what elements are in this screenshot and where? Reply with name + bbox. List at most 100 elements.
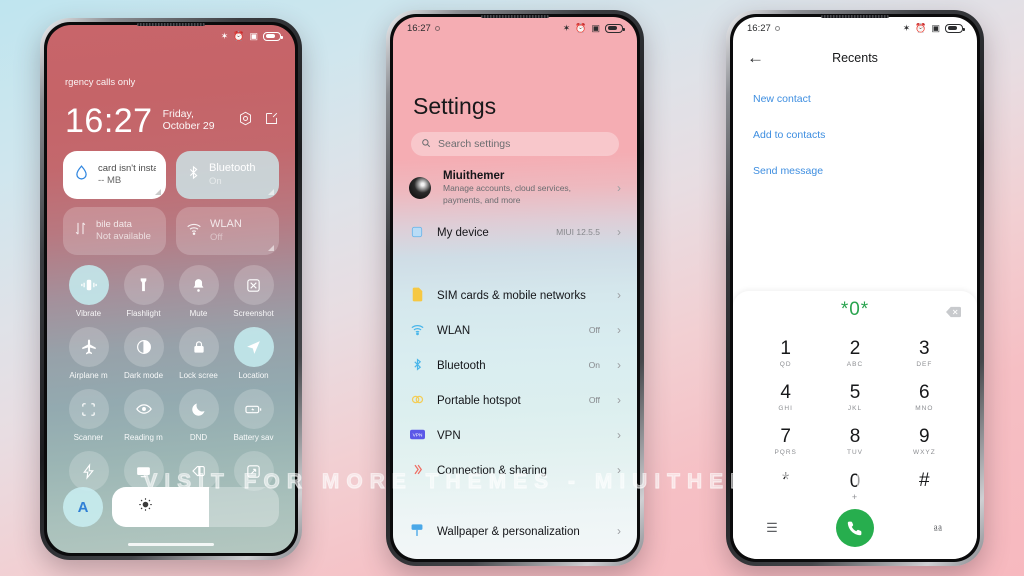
- settings-row-portable-hotspot[interactable]: Portable hotspot Off ›: [393, 382, 637, 417]
- keypad-icon[interactable]: ⎂: [929, 520, 947, 536]
- settings-row-always-on-display[interactable]: Always on display & Lock: [393, 548, 637, 559]
- device-icon: [409, 224, 425, 240]
- new-contact-link[interactable]: New contact: [753, 93, 957, 105]
- quick-tile-dnd[interactable]: DND: [171, 389, 226, 442]
- settings-row-bluetooth[interactable]: Bluetooth On ›: [393, 347, 637, 382]
- quick-card-row-1: card isn't insta -- MB Bluetooth On: [63, 151, 279, 199]
- dial-key-6[interactable]: 6 MNO: [890, 377, 959, 419]
- settings-row-main: Portable hotspot: [437, 391, 577, 409]
- quick-tile-reading-mode[interactable]: Reading m: [116, 389, 171, 442]
- quick-tile-airplane-mode[interactable]: Airplane m: [61, 327, 116, 380]
- dial-key-digit: 0: [849, 471, 861, 492]
- dial-key-5[interactable]: 5 JKL: [820, 377, 889, 419]
- dial-key-9[interactable]: 9 WXYZ: [890, 421, 959, 463]
- chevron-right-icon: ›: [617, 322, 621, 337]
- settings-list: Miuithemer Manage accounts, cloud servic…: [393, 165, 637, 559]
- settings-gear-icon[interactable]: [238, 111, 253, 131]
- menu-icon[interactable]: ☰: [763, 520, 781, 536]
- quick-tile-label: Scanner: [73, 433, 104, 442]
- call-icon[interactable]: [836, 509, 874, 547]
- quick-tile-location[interactable]: Location: [226, 327, 281, 380]
- quick-card-storage[interactable]: card isn't insta -- MB: [63, 151, 166, 199]
- chevron-right-icon: ›: [617, 357, 621, 372]
- quick-card-wlan[interactable]: WLAN Off: [176, 207, 279, 255]
- quick-card-wlan-title: WLAN: [210, 218, 242, 231]
- brightness-slider[interactable]: [112, 487, 279, 527]
- settings-row-account[interactable]: Miuithemer Manage accounts, cloud servic…: [393, 165, 637, 211]
- search-settings-bar[interactable]: Search settings: [411, 132, 619, 156]
- settings-row-wlan[interactable]: WLAN Off ›: [393, 312, 637, 347]
- dial-key-hash[interactable]: #: [890, 465, 959, 507]
- dial-key-digit: 1: [780, 338, 791, 359]
- dial-key-3[interactable]: 3 DEF: [890, 333, 959, 375]
- dial-key-letters: GHI: [778, 405, 793, 412]
- dial-key-digit: 3: [919, 338, 930, 359]
- dial-key-1[interactable]: 1 QD: [751, 333, 820, 375]
- backspace-icon[interactable]: [946, 305, 961, 318]
- header-icon-group: [238, 111, 279, 137]
- settings-screen: 16:27 ✶ ⏰ ▣ Settings Search settings Miu…: [393, 17, 637, 559]
- dial-key-8[interactable]: 8 TUV: [820, 421, 889, 463]
- send-message-link[interactable]: Send message: [753, 165, 957, 177]
- water-drop-icon: [73, 164, 90, 186]
- dial-key-digit: 7: [780, 426, 791, 447]
- phone-device-settings: 16:27 ✶ ⏰ ▣ Settings Search settings Miu…: [386, 10, 644, 566]
- status-bar-right: ✶ ⏰ ▣: [902, 22, 965, 33]
- battery-icon: [605, 23, 625, 33]
- bluetooth-icon: ✶: [902, 22, 911, 33]
- notification-dot-icon: [774, 25, 780, 31]
- quick-tile-flashlight[interactable]: Flashlight: [116, 265, 171, 318]
- quick-card-bluetooth[interactable]: Bluetooth On: [176, 151, 279, 199]
- settings-row-label: WLAN: [437, 324, 471, 337]
- settings-row-main: Bluetooth: [437, 356, 577, 374]
- edit-icon[interactable]: [264, 111, 279, 131]
- dial-number-display[interactable]: *0*: [841, 299, 869, 321]
- quick-card-mobile-data-text: bile data Not available: [96, 219, 151, 243]
- screenshot-icon: ▣: [249, 30, 258, 41]
- dial-key-letters: PQRS: [774, 449, 797, 456]
- quick-tile-scanner[interactable]: Scanner: [61, 389, 116, 442]
- quick-tile-label: DND: [189, 433, 208, 442]
- quick-card-mobile-data[interactable]: bile data Not available: [63, 207, 166, 255]
- phone-bezel: 16:27 ✶ ⏰ ▣ Settings Search settings Miu…: [390, 14, 640, 562]
- quick-tile-mute[interactable]: Mute: [171, 265, 226, 318]
- quick-tile-vibrate[interactable]: Vibrate: [61, 265, 116, 318]
- quick-card-bluetooth-value: On: [209, 175, 222, 187]
- dial-key-letters: WXYZ: [912, 449, 936, 456]
- earpiece-speaker: [481, 15, 549, 18]
- quick-tile-screenshot[interactable]: Screenshot: [226, 265, 281, 318]
- home-indicator[interactable]: [128, 543, 214, 546]
- dial-key-digit: 8: [849, 426, 861, 447]
- dial-key-0[interactable]: 0 +: [820, 465, 889, 507]
- earpiece-speaker: [137, 23, 205, 26]
- quick-tile-label: Airplane m: [69, 371, 108, 380]
- notification-dot-icon: [434, 25, 440, 31]
- dial-key-star[interactable]: *: [751, 465, 820, 507]
- vpn-icon: VPN: [409, 427, 425, 443]
- clock-time: 16:27: [65, 102, 153, 140]
- alarm-icon: ⏰: [915, 22, 927, 33]
- dial-key-2[interactable]: 2 ABC: [820, 333, 889, 375]
- quick-card-bluetooth-text: Bluetooth On: [209, 162, 255, 188]
- settings-row-vpn[interactable]: VPN VPN ›: [393, 417, 637, 452]
- add-to-contacts-link[interactable]: Add to contacts: [753, 129, 957, 141]
- settings-row-my-device[interactable]: My device MIUI 12.5.5 ›: [393, 211, 637, 253]
- settings-row-wallpaper[interactable]: Wallpaper & personalization ›: [393, 513, 637, 548]
- phone-bezel: 16:27 ✶ ⏰ ▣ ← Recents New contact Add to…: [730, 14, 980, 562]
- dial-key-7[interactable]: 7 PQRS: [751, 421, 820, 463]
- dial-number-row: *0*: [733, 291, 977, 329]
- settings-row-connection-sharing[interactable]: Connection & sharing ›: [393, 452, 637, 487]
- dial-key-digit: 9: [919, 426, 930, 447]
- phone-device-dialer: 16:27 ✶ ⏰ ▣ ← Recents New contact Add to…: [726, 10, 984, 566]
- quick-tile-battery-saver[interactable]: Battery sav: [226, 389, 281, 442]
- dial-key-4[interactable]: 4 GHI: [751, 377, 820, 419]
- settings-row-main: Connection & sharing: [437, 461, 605, 479]
- quick-card-wlan-text: WLAN Off: [210, 218, 242, 244]
- auto-brightness-button[interactable]: A: [63, 487, 103, 527]
- settings-row-main: Always on display & Lock: [437, 557, 621, 560]
- quick-tile-lock-screen[interactable]: Lock scree: [171, 327, 226, 380]
- settings-row-sim-cards[interactable]: SIM cards & mobile networks ›: [393, 277, 637, 312]
- settings-row-subtitle: Manage accounts, cloud services, payment…: [443, 183, 572, 205]
- hotspot-icon: [409, 392, 425, 408]
- quick-tile-dark-mode[interactable]: Dark mode: [116, 327, 171, 380]
